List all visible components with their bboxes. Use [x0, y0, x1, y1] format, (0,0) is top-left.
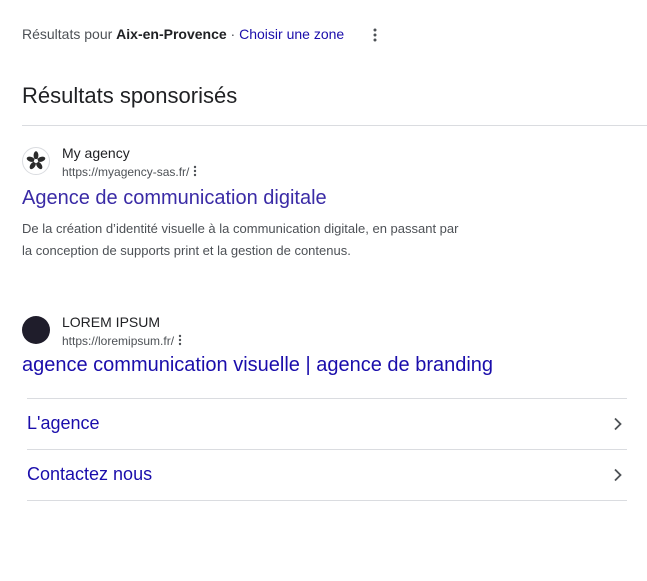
- ad-description: De la création d’identité visuelle à la …: [22, 218, 492, 262]
- ad-headline-link[interactable]: Agence de communication digitale: [22, 187, 327, 210]
- more-vert-icon[interactable]: [177, 334, 183, 346]
- ad-url: https://myagency-sas.fr/: [62, 165, 198, 179]
- sitelink-label: Contactez nous: [27, 464, 153, 484]
- more-vert-icon[interactable]: [192, 165, 198, 177]
- ad-url-text[interactable]: https://loremipsum.fr/: [62, 334, 174, 348]
- more-vert-icon[interactable]: [369, 27, 381, 43]
- location-bar: Résultats pour Aix-en-Provence · Choisir…: [22, 26, 344, 42]
- ad-description-line: De la création d’identité visuelle à la …: [22, 221, 459, 236]
- ad-site-name[interactable]: LOREM IPSUM: [62, 314, 160, 330]
- chevron-right-icon: [614, 417, 622, 431]
- sitelink-label: L'agence: [27, 413, 100, 433]
- ad-headline-link[interactable]: agence communication visuelle | agence d…: [22, 354, 493, 377]
- ad-description-line: la conception de supports print et la ge…: [22, 243, 351, 258]
- location-city: Aix-en-Provence: [116, 26, 227, 42]
- sitelink-agence[interactable]: L'agence: [27, 398, 627, 449]
- flower-logo-icon: [22, 147, 50, 175]
- sponsored-results-title: Résultats sponsorisés: [22, 83, 238, 108]
- section-divider: [22, 125, 647, 126]
- ad-url: https://loremipsum.fr/: [62, 334, 183, 348]
- chevron-right-icon: [614, 468, 622, 482]
- location-separator: ·: [230, 26, 236, 42]
- ad-url-text[interactable]: https://myagency-sas.fr/: [62, 165, 189, 179]
- dark-circle-logo-icon: [22, 316, 50, 344]
- ad-site-name[interactable]: My agency: [62, 145, 130, 161]
- choose-zone-link[interactable]: Choisir une zone: [239, 26, 344, 42]
- sitelink-contact[interactable]: Contactez nous: [27, 449, 627, 501]
- location-prefix: Résultats pour: [22, 26, 113, 42]
- sitelinks: L'agence Contactez nous: [27, 398, 627, 501]
